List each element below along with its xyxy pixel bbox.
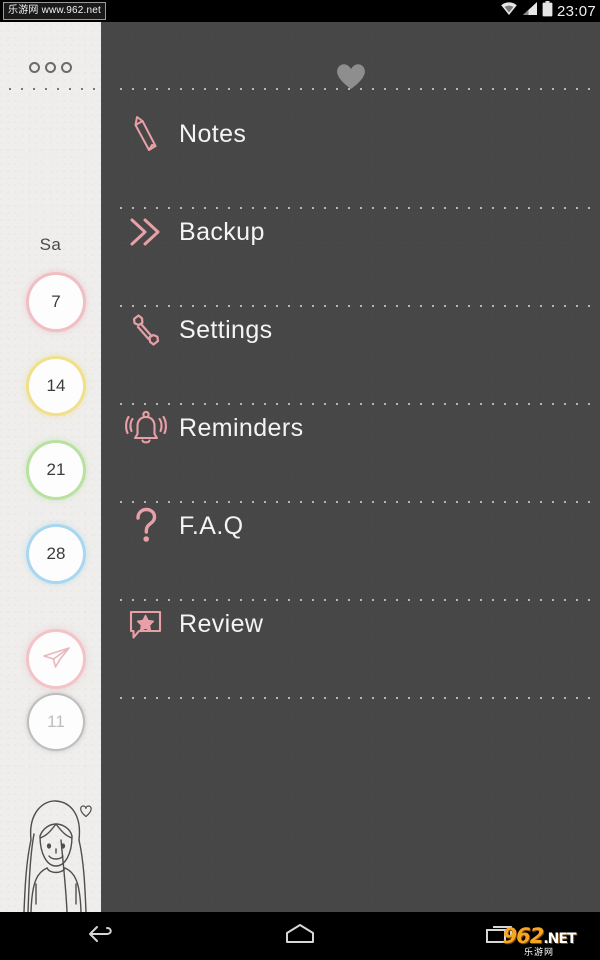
double-chevron-right-icon: [113, 209, 179, 255]
back-arrow-icon: [82, 921, 118, 952]
sidebar: Sa 7 14 21 28 11: [0, 22, 101, 912]
overflow-dot-icon: [45, 62, 56, 73]
menu-item-backup[interactable]: Backup: [101, 200, 600, 264]
overflow-dot-icon: [29, 62, 40, 73]
status-bar: 乐游网 www.962.net 23:07: [0, 0, 600, 22]
menu-item-faq[interactable]: F.A.Q: [101, 494, 600, 558]
day-circle-21[interactable]: 21: [29, 443, 83, 497]
status-icons: 23:07: [500, 0, 596, 22]
nav-home-button[interactable]: [245, 912, 355, 960]
menu-divider: [115, 88, 593, 90]
site-watermark: 乐游网 www.962.net: [3, 2, 107, 20]
menu-item-label: Reminders: [179, 413, 304, 442]
menu-item-reminders[interactable]: Reminders: [101, 396, 600, 460]
overflow-menu-button[interactable]: [0, 62, 101, 73]
overflow-dot-icon: [61, 62, 72, 73]
menu-item-label: Review: [179, 609, 264, 638]
menu-item-notes[interactable]: Notes: [101, 102, 600, 166]
battery-icon: [542, 0, 553, 22]
cellular-signal-icon: [522, 1, 538, 21]
avatar[interactable]: [6, 792, 101, 912]
wrench-icon: [113, 307, 179, 353]
send-button[interactable]: [29, 632, 83, 686]
menu-item-settings[interactable]: Settings: [101, 298, 600, 362]
menu-item-label: Settings: [179, 315, 273, 344]
android-nav-bar: 962.NET 乐游网: [0, 912, 600, 960]
question-mark-icon: [113, 503, 179, 549]
day-circle-14[interactable]: 14: [29, 359, 83, 413]
logo-962: 962: [502, 923, 545, 948]
speech-bubble-star-icon: [113, 601, 179, 647]
menu-item-label: Backup: [179, 217, 265, 246]
favorite-button[interactable]: [101, 62, 600, 96]
logo-net: .NET: [543, 930, 576, 947]
wifi-icon: [500, 1, 518, 21]
logo-sub-text: 乐游网: [523, 946, 554, 957]
day-circle-28[interactable]: 28: [29, 527, 83, 581]
menu-item-review[interactable]: Review: [101, 592, 600, 656]
home-icon: [283, 922, 317, 951]
logo-main-text: 962.NET: [502, 923, 577, 948]
bell-ringing-icon: [113, 405, 179, 451]
sidebar-divider: [4, 88, 101, 90]
menu-item-label: F.A.Q: [179, 511, 244, 540]
paper-plane-icon: [41, 645, 71, 674]
pencil-icon: [113, 111, 179, 157]
menu-item-label: Notes: [179, 119, 247, 148]
app-content: Sa 7 14 21 28 11 Notes Backup Settings R…: [0, 22, 600, 912]
weekday-label: Sa: [39, 235, 62, 254]
heart-filled-icon: [335, 62, 367, 96]
logo-watermark: 962.NET 乐游网: [478, 924, 600, 958]
menu-panel: Notes Backup Settings Reminders F.A.Q Re…: [101, 22, 600, 912]
day-circle-7[interactable]: 7: [29, 275, 83, 329]
menu-divider: [115, 697, 593, 699]
heart-outline-icon: [80, 805, 92, 818]
nav-back-button[interactable]: [45, 912, 155, 960]
day-circle-11[interactable]: 11: [29, 695, 83, 749]
device-screen: 乐游网 www.962.net 23:07 Sa 7 14 21 28 11 N…: [0, 0, 600, 960]
status-clock: 23:07: [556, 2, 596, 20]
